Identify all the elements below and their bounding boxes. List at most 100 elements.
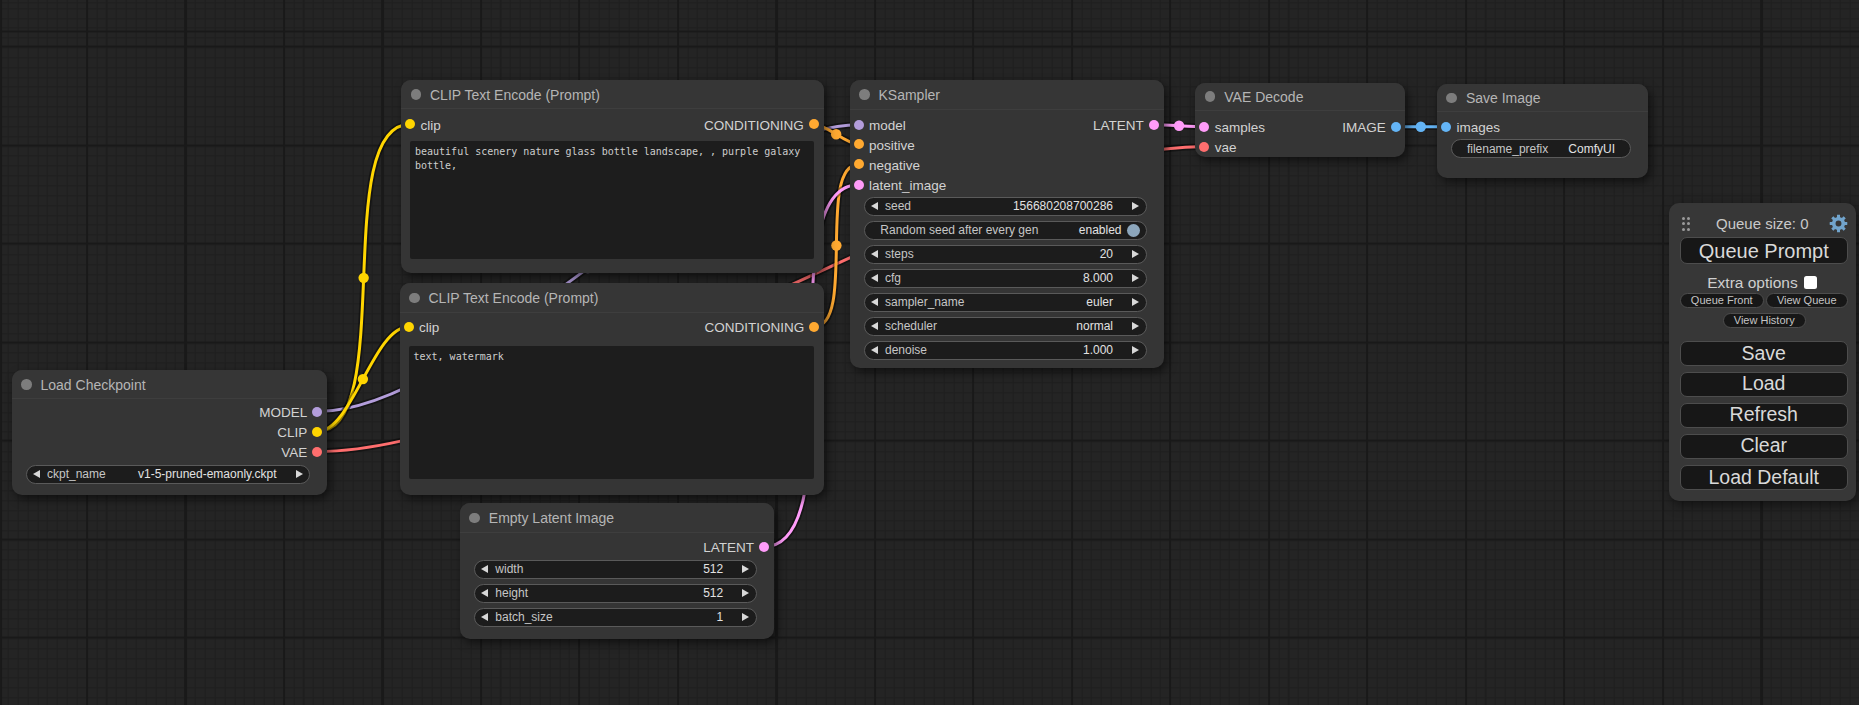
- input-port-clip[interactable]: [405, 119, 415, 129]
- clear-button[interactable]: Clear: [1680, 434, 1848, 459]
- settings-gear-icon[interactable]: [1829, 214, 1848, 233]
- widget-batch_size[interactable]: batch_size1: [474, 608, 757, 627]
- output-port-MODEL[interactable]: [312, 407, 322, 417]
- extra-options-checkbox[interactable]: [1804, 276, 1818, 290]
- node-empty-latent-image[interactable]: Empty Latent ImageLATENTwidth512height51…: [460, 503, 774, 639]
- prompt-textarea[interactable]: beautiful scenery nature glass bottle la…: [410, 141, 814, 260]
- decrement-arrow-icon[interactable]: [871, 346, 878, 354]
- node-collapse-dot-icon[interactable]: [1205, 91, 1216, 102]
- decrement-arrow-icon[interactable]: [871, 298, 878, 306]
- node-collapse-dot-icon[interactable]: [409, 293, 420, 304]
- node-clip-text-encode-negative[interactable]: CLIP Text Encode (Prompt)clipCONDITIONIN…: [400, 283, 825, 495]
- load-default-button[interactable]: Load Default: [1680, 465, 1848, 491]
- comfyui-canvas[interactable]: { "app": { "name": "ComfyUI graph editor…: [0, 0, 1859, 705]
- queue-front-button[interactable]: Queue Front: [1680, 293, 1764, 308]
- node-collapse-dot-icon[interactable]: [411, 89, 422, 100]
- decrement-arrow-icon[interactable]: [481, 613, 488, 621]
- widget-height[interactable]: height512: [474, 584, 757, 603]
- output-port-LATENT[interactable]: [1149, 120, 1159, 130]
- widget-seed[interactable]: seed156680208700286: [864, 197, 1147, 216]
- refresh-button[interactable]: Refresh: [1680, 403, 1848, 428]
- link-midpoint-dot[interactable]: [358, 273, 368, 283]
- input-port-positive[interactable]: [854, 139, 864, 149]
- widget-value: enabled: [1038, 223, 1121, 237]
- node-title: VAE Decode: [1224, 89, 1303, 105]
- widget-steps[interactable]: steps20: [864, 245, 1147, 264]
- widget-denoise[interactable]: denoise1.000: [864, 341, 1147, 360]
- widget-label: batch_size: [495, 610, 552, 624]
- save-button[interactable]: Save: [1680, 341, 1848, 366]
- output-port-CONDITIONING[interactable]: [809, 119, 819, 129]
- link-midpoint-dot[interactable]: [358, 374, 368, 384]
- node-title-bar[interactable]: CLIP Text Encode (Prompt): [401, 80, 824, 109]
- node-save-image[interactable]: Save Imageimagesfilename_prefixComfyUI: [1437, 84, 1648, 178]
- decrement-arrow-icon[interactable]: [481, 589, 488, 597]
- decrement-arrow-icon[interactable]: [481, 565, 488, 573]
- decrement-arrow-icon[interactable]: [871, 274, 878, 282]
- input-port-latent_image[interactable]: [854, 180, 864, 190]
- widget-cfg[interactable]: cfg8.000: [864, 269, 1147, 288]
- increment-arrow-icon[interactable]: [1132, 250, 1139, 258]
- view-queue-button[interactable]: View Queue: [1766, 293, 1849, 308]
- increment-arrow-icon[interactable]: [1132, 298, 1139, 306]
- decrement-arrow-icon[interactable]: [871, 250, 878, 258]
- decrement-arrow-icon[interactable]: [33, 470, 40, 478]
- prompt-textarea[interactable]: text, watermark: [409, 346, 815, 479]
- widget-filename_prefix[interactable]: filename_prefixComfyUI: [1451, 139, 1631, 158]
- input-port-negative[interactable]: [854, 159, 864, 169]
- link-midpoint-dot[interactable]: [1416, 122, 1426, 132]
- input-slot-label: latent_image: [869, 178, 946, 193]
- link-midpoint-dot[interactable]: [1174, 121, 1184, 131]
- node-title-bar[interactable]: Empty Latent Image: [460, 503, 774, 532]
- output-port-VAE[interactable]: [312, 447, 322, 457]
- input-slot-label: vae: [1215, 140, 1237, 155]
- node-vae-decode[interactable]: VAE DecodesamplesvaeIMAGE: [1195, 83, 1405, 158]
- increment-arrow-icon[interactable]: [1132, 202, 1139, 210]
- output-port-LATENT[interactable]: [759, 542, 769, 552]
- node-clip-text-encode-positive[interactable]: CLIP Text Encode (Prompt)clipCONDITIONIN…: [401, 80, 824, 273]
- widget-scheduler[interactable]: schedulernormal: [864, 317, 1147, 336]
- link-midpoint-dot[interactable]: [831, 240, 841, 250]
- decrement-arrow-icon[interactable]: [871, 202, 878, 210]
- increment-arrow-icon[interactable]: [1132, 322, 1139, 330]
- input-port-samples[interactable]: [1199, 122, 1209, 132]
- node-ksampler[interactable]: KSamplermodelpositivenegativelatent_imag…: [850, 80, 1164, 368]
- increment-arrow-icon[interactable]: [742, 589, 749, 597]
- toggle-dot-icon[interactable]: [1127, 224, 1140, 237]
- widget-Random seed after every gen[interactable]: Random seed after every genenabled: [864, 221, 1147, 240]
- input-port-clip[interactable]: [404, 322, 414, 332]
- node-title-bar[interactable]: VAE Decode: [1195, 83, 1405, 111]
- node-collapse-dot-icon[interactable]: [859, 89, 870, 100]
- output-port-CONDITIONING[interactable]: [809, 322, 819, 332]
- output-slot-label: CONDITIONING: [705, 320, 805, 335]
- node-collapse-dot-icon[interactable]: [21, 379, 32, 390]
- input-port-model[interactable]: [854, 120, 864, 130]
- queue-prompt-button[interactable]: Queue Prompt: [1680, 237, 1848, 264]
- view-history-button[interactable]: View History: [1723, 313, 1806, 328]
- input-port-vae[interactable]: [1199, 142, 1209, 152]
- input-port-images[interactable]: [1441, 122, 1451, 132]
- widget-value: 512: [528, 586, 723, 600]
- increment-arrow-icon[interactable]: [1132, 346, 1139, 354]
- widget-sampler_name[interactable]: sampler_nameeuler: [864, 293, 1147, 312]
- link-midpoint-dot[interactable]: [831, 129, 841, 139]
- load-button[interactable]: Load: [1680, 372, 1848, 397]
- decrement-arrow-icon[interactable]: [871, 322, 878, 330]
- increment-arrow-icon[interactable]: [1132, 274, 1139, 282]
- node-title-bar[interactable]: Load Checkpoint: [12, 370, 328, 399]
- node-collapse-dot-icon[interactable]: [469, 513, 480, 524]
- node-title-bar[interactable]: CLIP Text Encode (Prompt): [400, 283, 825, 313]
- increment-arrow-icon[interactable]: [296, 470, 303, 478]
- widget-width[interactable]: width512: [474, 560, 757, 579]
- widget-ckpt_name[interactable]: ckpt_namev1-5-pruned-emaonly.ckpt: [26, 465, 311, 484]
- node-load-checkpoint[interactable]: Load CheckpointMODELCLIPVAEckpt_namev1-5…: [12, 370, 328, 495]
- node-title-bar[interactable]: KSampler: [850, 80, 1164, 110]
- node-collapse-dot-icon[interactable]: [1446, 93, 1457, 104]
- output-slot-label: MODEL: [259, 405, 307, 420]
- output-port-IMAGE[interactable]: [1391, 122, 1401, 132]
- output-slot-label: CLIP: [277, 425, 307, 440]
- output-port-CLIP[interactable]: [312, 427, 322, 437]
- increment-arrow-icon[interactable]: [742, 613, 749, 621]
- increment-arrow-icon[interactable]: [742, 565, 749, 573]
- node-title-bar[interactable]: Save Image: [1437, 84, 1648, 112]
